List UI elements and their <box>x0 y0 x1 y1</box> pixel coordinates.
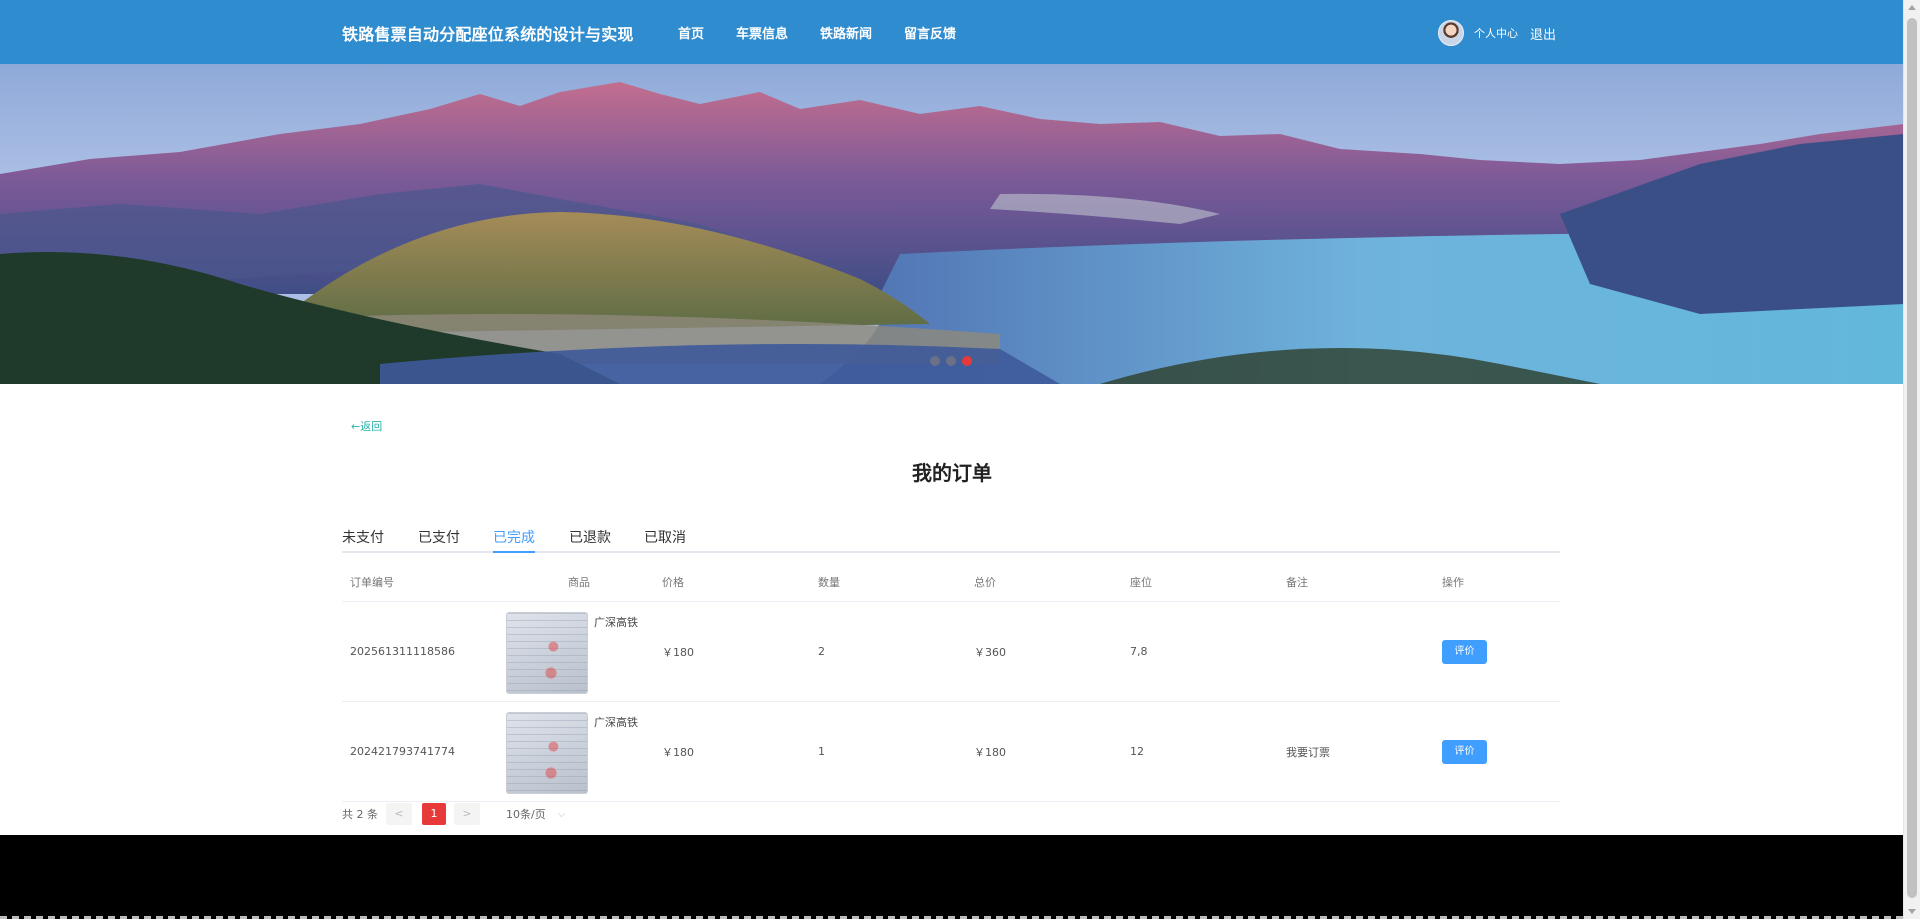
review-button[interactable]: 评价 <box>1442 739 1487 764</box>
action-cell: 评价 <box>1434 601 1560 702</box>
quantity: 2 <box>810 601 966 702</box>
banner-landscape-image <box>0 64 1904 384</box>
column-header: 总价 <box>966 563 1122 602</box>
back-link[interactable]: ←返回 <box>351 418 382 434</box>
column-header: 操作 <box>1434 563 1560 602</box>
nav-news[interactable]: 铁路新闻 <box>820 23 872 42</box>
carousel-dot[interactable] <box>930 356 940 366</box>
order-number: 202561311118586 <box>342 601 498 702</box>
logout-link[interactable]: 退出 <box>1530 24 1556 43</box>
goods-name: 广深高铁 <box>594 616 638 629</box>
total-price: ￥180 <box>966 701 1122 802</box>
tab-paid[interactable]: 已支付 <box>418 527 460 551</box>
next-page-button[interactable]: > <box>454 803 480 825</box>
column-header: 座位 <box>1122 563 1278 602</box>
chevron-down-icon[interactable]: ⌵ <box>558 809 566 820</box>
tab-unpaid[interactable]: 未支付 <box>342 527 384 551</box>
nav-tickets[interactable]: 车票信息 <box>736 23 788 42</box>
column-header: 数量 <box>810 563 966 602</box>
price: ￥180 <box>654 701 810 802</box>
user-box: 个人中心 退出 <box>1438 20 1556 46</box>
scroll-down-arrow-icon[interactable] <box>1908 909 1916 914</box>
total-price: ￥360 <box>966 601 1122 702</box>
footer <box>0 835 1904 919</box>
carousel-dots <box>930 356 972 366</box>
seat: 7,8 <box>1122 601 1278 702</box>
ticket-thumbnail[interactable] <box>506 612 588 694</box>
tab-completed[interactable]: 已完成 <box>493 527 535 553</box>
site-title[interactable]: 铁路售票自动分配座位系统的设计与实现 <box>342 21 634 45</box>
seat: 12 <box>1122 701 1278 802</box>
price: ￥180 <box>654 601 810 702</box>
table-header-row: 订单编号 商品 价格 数量 总价 座位 备注 操作 <box>342 563 1560 602</box>
pagination: 共 2 条 < 1 > 10条/页 ⌵ <box>342 803 565 825</box>
vertical-scrollbar[interactable] <box>1903 0 1920 919</box>
top-nav-bar: 铁路售票自动分配座位系统的设计与实现 首页 车票信息 铁路新闻 留言反馈 个人中… <box>0 0 1904 64</box>
scroll-up-arrow-icon[interactable] <box>1908 5 1916 10</box>
quantity: 1 <box>810 701 966 802</box>
tab-cancelled[interactable]: 已取消 <box>644 527 686 551</box>
goods-cell: 广深高铁 <box>498 601 654 702</box>
column-header: 订单编号 <box>342 563 498 602</box>
tab-refunded[interactable]: 已退款 <box>569 527 611 551</box>
avatar[interactable] <box>1438 20 1464 46</box>
note: 我要订票 <box>1278 701 1434 802</box>
table-row: 202421793741774 广深高铁 ￥180 1 ￥180 12 我要订票… <box>342 701 1560 802</box>
table-row: 202561311118586 广深高铁 ￥180 2 ￥360 7,8 评价 <box>342 601 1560 702</box>
action-cell: 评价 <box>1434 701 1560 802</box>
column-header: 备注 <box>1278 563 1434 602</box>
prev-page-button[interactable]: < <box>386 803 412 825</box>
column-header: 商品 <box>498 563 654 602</box>
user-center-link[interactable]: 个人中心 <box>1474 25 1518 41</box>
note <box>1278 601 1434 702</box>
banner-carousel[interactable] <box>0 64 1904 384</box>
order-status-tabs: 未支付 已支付 已完成 已退款 已取消 <box>342 527 1560 553</box>
nav-home[interactable]: 首页 <box>678 23 704 42</box>
goods-cell: 广深高铁 <box>498 701 654 802</box>
page-title: 我的订单 <box>912 461 992 485</box>
nav-feedback[interactable]: 留言反馈 <box>904 23 956 42</box>
page-size-select[interactable]: 10条/页 <box>506 806 546 822</box>
carousel-dot[interactable] <box>946 356 956 366</box>
review-button[interactable]: 评价 <box>1442 639 1487 664</box>
total-count: 共 2 条 <box>342 808 378 821</box>
order-number: 202421793741774 <box>342 701 498 802</box>
main-nav: 首页 车票信息 铁路新闻 留言反馈 <box>678 23 988 42</box>
column-header: 价格 <box>654 563 810 602</box>
orders-table: 订单编号 商品 价格 数量 总价 座位 备注 操作 20256131111858… <box>342 563 1560 802</box>
scroll-thumb[interactable] <box>1907 18 1917 898</box>
goods-name: 广深高铁 <box>594 716 638 729</box>
carousel-dot-active[interactable] <box>962 356 972 366</box>
page-number-current[interactable]: 1 <box>422 803 446 825</box>
ticket-thumbnail[interactable] <box>506 712 588 794</box>
